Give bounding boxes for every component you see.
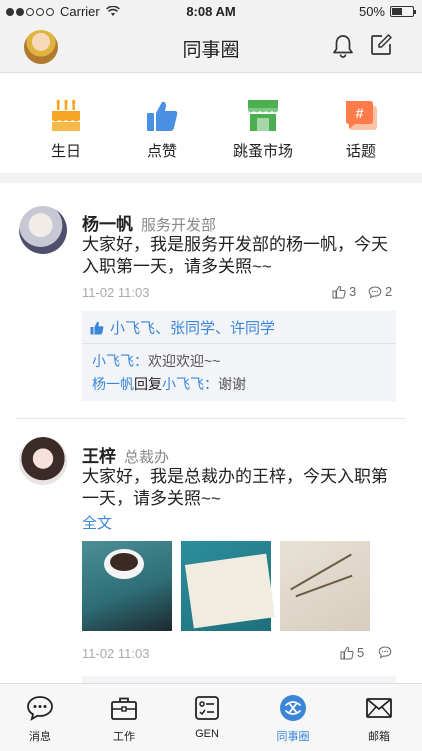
thumbs-up-icon — [90, 321, 104, 334]
like-count: 5 — [357, 645, 365, 660]
post-photo[interactable] — [82, 541, 172, 631]
tab-label: GEN — [195, 728, 219, 740]
comment-item: 小飞飞：欢迎欢迎~~ — [92, 351, 220, 371]
quick-action-birthday[interactable]: 生日 — [21, 97, 111, 161]
post-author-name[interactable]: 杨一帆 — [82, 215, 133, 234]
battery-icon — [390, 6, 416, 17]
colleague-circle-icon — [280, 695, 306, 721]
svg-text:#: # — [356, 105, 364, 121]
full-text-link[interactable]: 全文 — [82, 512, 112, 533]
quick-action-label: 点赞 — [146, 143, 177, 160]
interaction-box — [82, 676, 396, 683]
post-photo[interactable] — [181, 541, 276, 631]
id-card-icon — [195, 696, 219, 720]
market-stall-icon — [248, 100, 278, 131]
post-separator — [16, 418, 406, 419]
tab-label: 工作 — [113, 731, 135, 743]
comment-count: 2 — [385, 284, 393, 299]
liked-by-row: 小飞飞、张同学、许同学 — [90, 317, 275, 338]
post-text: 大家好，我是服务开发部的杨一帆，今天入职第一天，请多关照~~ — [82, 235, 388, 276]
thumbs-up-outline-icon — [332, 285, 346, 298]
chat-bubble-icon — [27, 696, 53, 721]
post-text: 大家好，我是总裁办的王梓，今天入职第一天，请多关照~~ — [82, 467, 388, 508]
comment-author[interactable]: 小飞飞： — [92, 353, 148, 369]
tab-colleague-circle[interactable]: 同事圈 — [258, 692, 328, 744]
interaction-box: 小飞飞、张同学、许同学 小飞飞：欢迎欢迎~~ 杨一帆回复小飞飞：谢谢 — [82, 311, 396, 401]
post-time: 11-02 11:03 — [82, 646, 150, 661]
quick-action-like[interactable]: 点赞 — [117, 97, 207, 161]
quick-action-label: 生日 — [50, 143, 81, 160]
like-count-button[interactable]: 5 — [340, 645, 364, 660]
comment-text: 谢谢 — [218, 376, 246, 392]
liked-by-names[interactable]: 小飞飞、张同学、许同学 — [110, 317, 275, 338]
quick-action-label: 话题 — [345, 143, 376, 160]
comment-author[interactable]: 杨一帆 — [92, 376, 134, 392]
post-photo[interactable] — [280, 541, 370, 631]
quick-action-topic[interactable]: # 话题 — [316, 97, 406, 161]
like-count: 3 — [349, 284, 357, 299]
tab-label: 同事圈 — [276, 731, 310, 743]
section-divider — [0, 173, 422, 183]
tab-label: 邮箱 — [368, 731, 390, 743]
hashtag-icon: # — [346, 101, 377, 130]
comment-count-button[interactable]: 2 — [368, 284, 392, 299]
post-author-avatar[interactable] — [19, 206, 67, 254]
post-card: 王梓 总裁办 大家好，我是总裁办的王梓，今天入职第一天，请多关照~~ 全文 11-… — [0, 420, 422, 683]
tab-mail[interactable]: 邮箱 — [344, 692, 414, 744]
post-time: 11-02 11:03 — [82, 285, 150, 300]
post-author-name[interactable]: 王梓 — [82, 447, 116, 466]
tab-label: 消息 — [29, 731, 51, 743]
post-card: 杨一帆 服务开发部 大家好，我是服务开发部的杨一帆，今天入职第一天，请多关照~~ … — [0, 184, 422, 420]
comment-icon — [378, 646, 392, 659]
reply-target[interactable]: 小飞飞： — [162, 376, 218, 392]
quick-action-market[interactable]: 跳蚤市场 — [218, 97, 308, 161]
comment-icon — [368, 285, 382, 299]
tab-work[interactable]: 工作 — [89, 692, 159, 744]
page-title: 同事圈 — [182, 40, 240, 61]
post-author-dept: 总裁办 — [124, 449, 170, 466]
quick-actions: 生日 点赞 跳蚤市场 # 话题 — [0, 73, 422, 173]
thumbs-up-icon — [147, 101, 178, 131]
birthday-cake-icon — [52, 99, 80, 131]
briefcase-icon — [111, 697, 137, 720]
envelope-icon — [366, 698, 392, 718]
thumbs-up-outline-icon — [340, 646, 354, 659]
bell-icon[interactable] — [332, 34, 354, 58]
tab-bar: 消息 工作 GEN 同事圈 邮箱 — [0, 683, 422, 751]
post-author-dept: 服务开发部 — [141, 217, 217, 234]
edit-icon[interactable] — [370, 34, 392, 56]
battery-percent: 50% — [358, 4, 385, 19]
tab-gen[interactable]: GEN — [172, 692, 242, 740]
reply-word: 回复 — [134, 376, 162, 392]
photo-grid — [82, 541, 372, 631]
quick-action-label: 跳蚤市场 — [232, 143, 293, 160]
tab-messages[interactable]: 消息 — [5, 692, 75, 744]
comment-text: 欢迎欢迎~~ — [148, 353, 221, 369]
like-count-button[interactable]: 3 — [332, 284, 356, 299]
comment-button[interactable] — [378, 645, 392, 659]
nav-bar: 同事圈 — [0, 22, 422, 73]
post-author-avatar[interactable] — [19, 437, 67, 485]
comment-item: 杨一帆回复小飞飞：谢谢 — [92, 374, 246, 394]
status-bar: Carrier 8:08 AM 50% — [0, 0, 422, 22]
